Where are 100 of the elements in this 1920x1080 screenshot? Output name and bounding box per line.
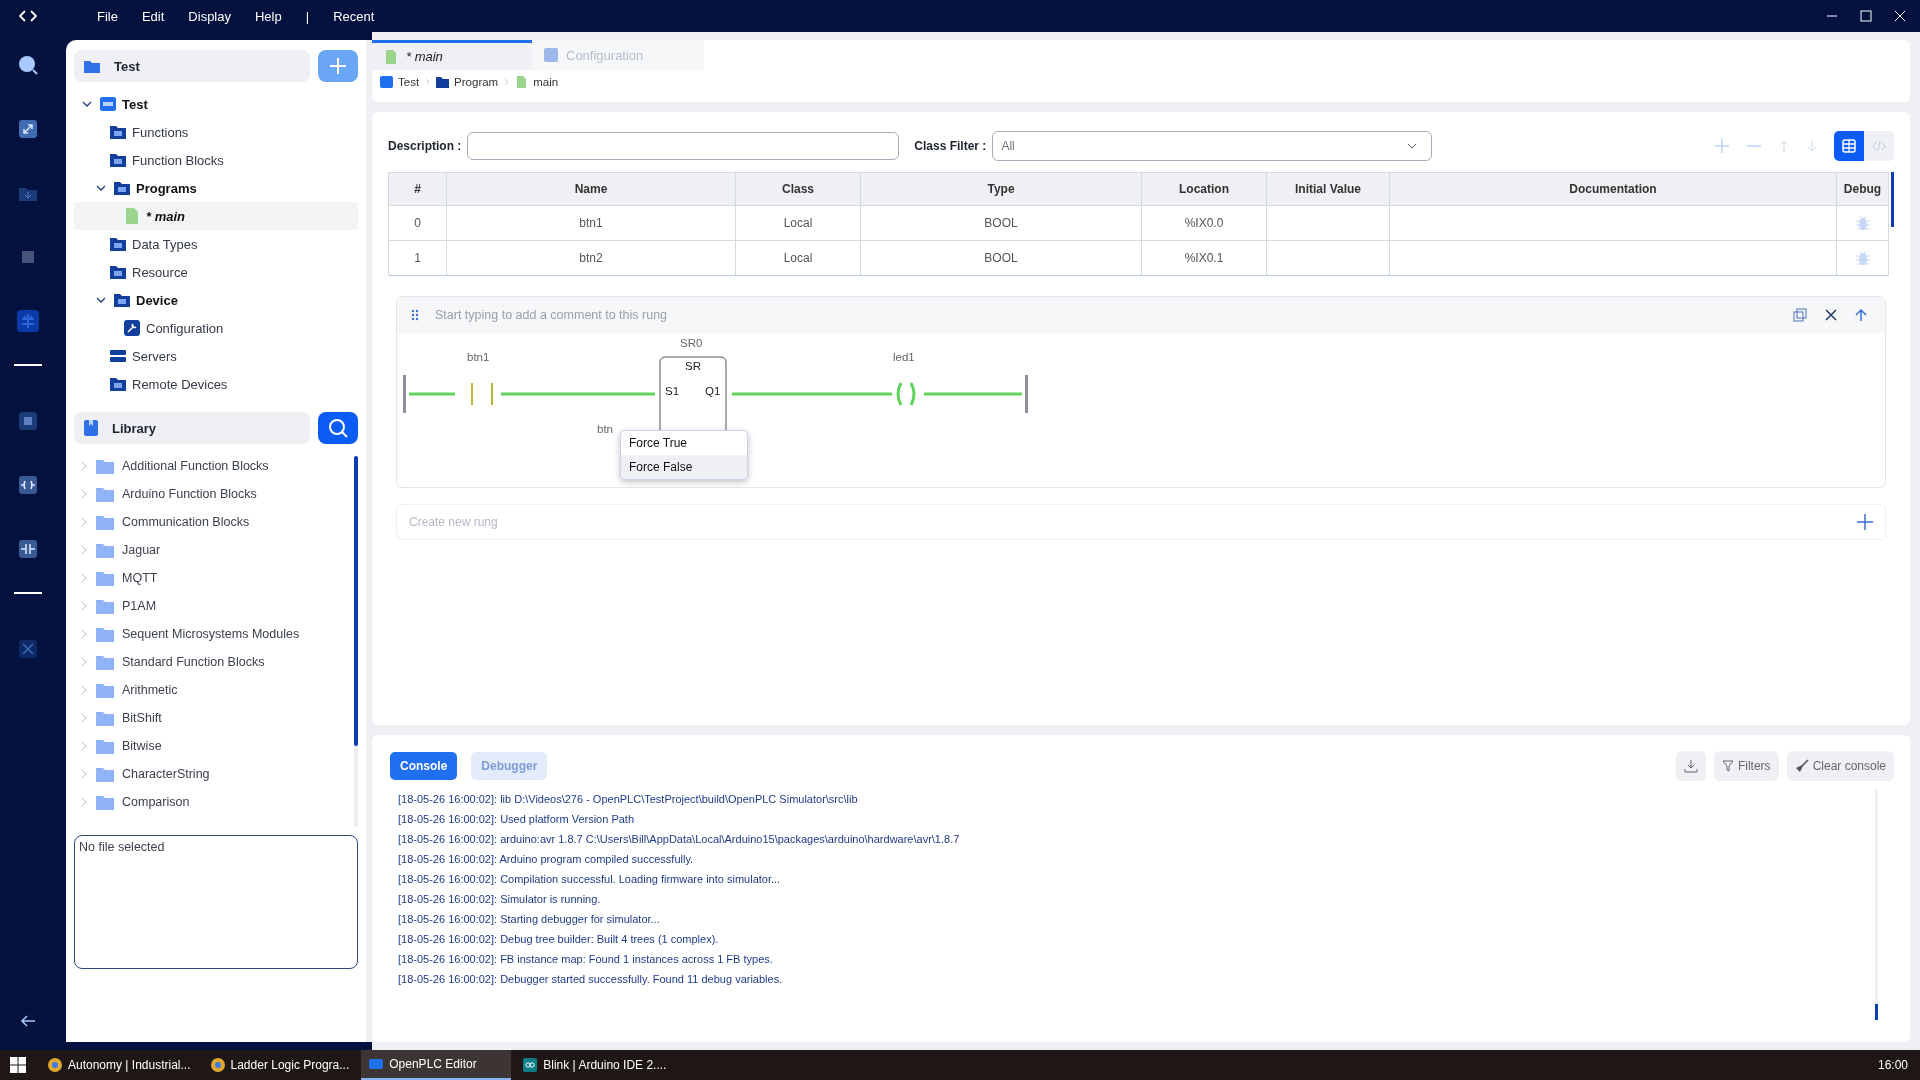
table-cell: btn2	[447, 241, 736, 275]
taskbar-item[interactable]: OpenPLC Editor	[361, 1050, 512, 1080]
coil-symbol[interactable]	[896, 381, 916, 407]
library-folder[interactable]: P1AM	[74, 592, 354, 620]
folder-icon	[96, 710, 114, 726]
new-rung-field[interactable]: Create new rung	[396, 504, 1886, 540]
close-icon[interactable]	[1825, 309, 1837, 321]
coil-icon[interactable]	[17, 538, 39, 560]
broom-icon	[1794, 759, 1809, 773]
arrow-up-icon[interactable]	[1855, 308, 1867, 322]
table-cell: %IX0.0	[1142, 206, 1267, 240]
tree-item[interactable]: Configuration	[74, 314, 358, 342]
tree-item[interactable]: * main	[74, 202, 358, 230]
library-folder[interactable]: BitShift	[74, 704, 354, 732]
library-folder[interactable]: MQTT	[74, 564, 354, 592]
chevron-icon[interactable]	[96, 295, 106, 305]
table-cell: Local	[736, 206, 861, 240]
drag-handle[interactable]	[397, 297, 433, 333]
variable-label: btn	[597, 423, 613, 435]
library-folder[interactable]: Comparison	[74, 788, 354, 816]
library-folder[interactable]: Additional Function Blocks	[74, 452, 354, 480]
chevron-icon[interactable]	[82, 99, 92, 109]
folder-icon	[114, 180, 130, 196]
add-button[interactable]	[318, 50, 358, 82]
console-tab[interactable]: Console	[390, 752, 458, 780]
plus-icon	[328, 56, 348, 76]
column-header[interactable]: Class	[736, 173, 861, 205]
rung-comment-field[interactable]: Start typing to add a comment to this rung	[433, 297, 1793, 333]
library-folder[interactable]: Standard Function Blocks	[74, 648, 354, 676]
taskbar-item[interactable]: Ladder Logic Progra...	[202, 1050, 358, 1080]
log-line: [18-05-26 16:00:02]: Debugger started successfully. Found 11 debug variables.	[398, 972, 784, 987]
library-folder[interactable]: Jaguar	[74, 536, 354, 564]
browser-icon	[48, 1058, 62, 1072]
menu-item[interactable]: Display	[188, 8, 231, 24]
expand-icon[interactable]	[17, 118, 39, 140]
tree-item[interactable]: Programs	[74, 174, 358, 202]
tree-item[interactable]: Resource	[74, 258, 358, 286]
contact-icon[interactable]	[17, 474, 39, 496]
duplicate-icon[interactable]	[1793, 308, 1807, 322]
library-folder[interactable]: Bitwise	[74, 732, 354, 760]
tree-item[interactable]: Servers	[74, 342, 358, 370]
table-cell: BOOL	[861, 206, 1142, 240]
console-button[interactable]: Filters	[1713, 751, 1779, 781]
description-field[interactable]	[467, 132, 900, 160]
code-icon[interactable]	[19, 10, 37, 22]
tower-icon[interactable]	[17, 310, 39, 332]
tree-item[interactable]: Remote Devices	[74, 370, 358, 398]
column-header[interactable]: Type	[861, 173, 1142, 205]
table-cell: %IX0.1	[1142, 241, 1267, 275]
contact-symbol[interactable]	[471, 383, 493, 405]
tree-item[interactable]: Function Blocks	[74, 146, 358, 174]
console-button[interactable]: Clear console	[1786, 751, 1894, 781]
maximize-icon[interactable]	[1860, 10, 1872, 22]
library-folder[interactable]: Communication Blocks	[74, 508, 354, 536]
library-folder[interactable]: Arithmetic	[74, 676, 354, 704]
taskbar-item[interactable]: Autonomy | Industrial...	[40, 1050, 199, 1080]
table-view-button[interactable]	[1834, 131, 1864, 161]
chip-icon[interactable]	[17, 410, 39, 432]
library-folder[interactable]: CharacterString	[74, 760, 354, 788]
chevron-icon[interactable]	[96, 183, 106, 193]
breadcrumb-item[interactable]: Test	[380, 76, 420, 88]
tree-item[interactable]: Test	[74, 90, 358, 118]
class-filter-dropdown[interactable]: All	[992, 131, 1433, 161]
menu-item[interactable]: Force False	[621, 455, 747, 479]
bug-icon[interactable]	[1854, 215, 1871, 231]
column-header[interactable]: Documentation	[1390, 173, 1837, 205]
folder-icon	[110, 376, 126, 392]
arrow-down-icon[interactable]	[1806, 139, 1818, 153]
start-icon[interactable]	[10, 1057, 26, 1073]
tree-item[interactable]: Functions	[74, 118, 358, 146]
column-header[interactable]: #	[389, 173, 447, 205]
column-header[interactable]: Debug	[1837, 173, 1888, 205]
library-folder[interactable]: Arduino Function Blocks	[74, 480, 354, 508]
drag-handle-icon[interactable]	[411, 309, 419, 321]
editor-tab[interactable]: * main	[372, 40, 532, 70]
file-icon	[124, 208, 140, 224]
menu-item[interactable]: File	[97, 8, 118, 24]
log-line: [18-05-26 16:00:02]: lib D:\Videos\276 - OpenPLC\TestProject\build\OpenPLC Simulator\src\lib	[398, 792, 859, 807]
add-icon[interactable]	[1856, 513, 1874, 531]
plc-icon	[380, 76, 393, 88]
column-header[interactable]: Location	[1142, 173, 1267, 205]
column-header[interactable]: Initial Value	[1267, 173, 1390, 205]
menu-item[interactable]: Help	[255, 8, 282, 24]
taskbar-item[interactable]: Blink | Arduino IDE 2....	[515, 1050, 675, 1080]
back-arrow-icon[interactable]	[20, 1014, 36, 1028]
folder-icon	[96, 570, 114, 586]
menu-item[interactable]: Edit	[141, 8, 165, 24]
menu-item[interactable]: Force True	[621, 431, 747, 455]
tree-item[interactable]: Data Types	[74, 230, 358, 258]
breadcrumb-item[interactable]: main	[515, 76, 559, 88]
menu-item[interactable]: Recent	[333, 8, 375, 24]
breadcrumb-item[interactable]: Program	[436, 76, 499, 88]
search-icon[interactable]	[17, 54, 39, 76]
library-folder[interactable]: Sequent Microsystems Modules	[74, 620, 354, 648]
download-button[interactable]	[1675, 751, 1706, 781]
column-header[interactable]: Name	[447, 173, 736, 205]
bug-icon[interactable]	[1854, 250, 1871, 266]
menu-item[interactable]: |	[305, 8, 310, 24]
tree-item[interactable]: Device	[74, 286, 358, 314]
search-button[interactable]	[318, 412, 358, 444]
